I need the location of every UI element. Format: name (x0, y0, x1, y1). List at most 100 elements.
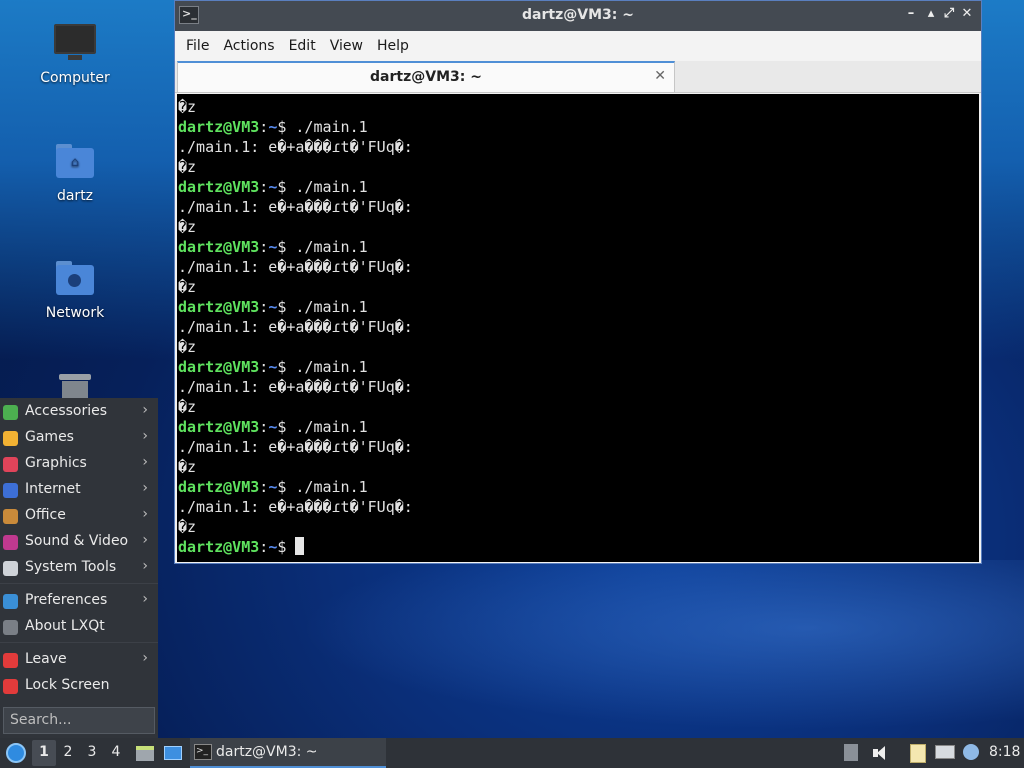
window-titlebar[interactable]: >_ dartz@VM3: ~ – ▴ ⤢ ✕ (175, 1, 981, 31)
terminal-command-line: dartz@VM3:~$ ./main.1 (178, 297, 979, 317)
terminal-output-line: ./main.1: e�+a���ɾt�'FUq�: (178, 498, 413, 516)
menu-edit[interactable]: Edit (282, 38, 323, 54)
terminal-output[interactable]: �z dartz@VM3:~$ ./main.1 ./main.1: e�+a���… (177, 94, 979, 562)
prompt-sep: : (259, 358, 269, 376)
menu-item-leave[interactable]: Leave › (0, 647, 158, 673)
prompt-path: ~ (268, 358, 278, 376)
menu-item-label: Internet (25, 481, 81, 497)
desktop-icon-label: dartz (56, 188, 94, 204)
lock-icon (3, 679, 18, 694)
menu-item-games[interactable]: Games › (0, 425, 158, 451)
prompt-user: dartz@VM3 (178, 358, 260, 376)
tab-close-icon[interactable]: ✕ (654, 68, 666, 84)
task-terminal[interactable]: >_ dartz@VM3: ~ (190, 738, 386, 768)
terminal-command-line: dartz@VM3:~$ ./main.1 (178, 417, 979, 437)
clock[interactable]: 8:18 (989, 744, 1020, 760)
volume-icon[interactable] (871, 743, 891, 763)
menu-item-internet[interactable]: Internet › (0, 477, 158, 503)
tray-expand-icon[interactable] (843, 742, 859, 762)
terminal-output-line: �z (178, 518, 197, 536)
window-title: dartz@VM3: ~ (522, 7, 634, 23)
home-folder-icon: ⌂ (54, 140, 96, 182)
menu-bar: File Actions Edit View Help (175, 31, 981, 61)
chevron-right-icon: › (142, 402, 148, 418)
menu-item-lock-screen[interactable]: Lock Screen (0, 673, 158, 699)
terminal-command-line: dartz@VM3:~$ ./main.1 (178, 117, 979, 137)
file-manager-icon[interactable] (135, 743, 155, 763)
chevron-right-icon: › (142, 558, 148, 574)
terminal-output-line: �z (178, 338, 197, 356)
prompt-char: $ (277, 538, 287, 556)
chevron-right-icon: › (142, 506, 148, 522)
desktop-4-button[interactable]: 4 (108, 744, 124, 760)
terminal-command-line: dartz@VM3:~$ ./main.1 (178, 357, 979, 377)
terminal-window[interactable]: >_ dartz@VM3: ~ – ▴ ⤢ ✕ File Actions Edi… (174, 0, 982, 564)
command-text: ./main.1 (295, 238, 368, 256)
terminal-tab[interactable]: dartz@VM3: ~ ✕ (177, 61, 675, 93)
show-desktop-icon[interactable] (163, 744, 183, 762)
prompt-path: ~ (268, 298, 278, 316)
maximize-button[interactable]: ⤢ (941, 6, 957, 24)
desktop-2-button[interactable]: 2 (60, 744, 76, 760)
menu-item-about[interactable]: About LXQt (0, 614, 158, 640)
network-folder-icon (54, 257, 96, 299)
chevron-right-icon: › (142, 650, 148, 666)
terminal-output-line: ./main.1: e�+a���ɾt�'FUq�: (178, 318, 413, 336)
prompt-sep: : (259, 298, 269, 316)
desktop-icon-computer[interactable]: Computer (20, 22, 130, 86)
menu-item-office[interactable]: Office › (0, 503, 158, 529)
network-icon[interactable] (934, 744, 956, 762)
menu-item-label: Graphics (25, 455, 87, 471)
menu-item-label: Accessories (25, 403, 108, 419)
terminal-output-line: ./main.1: e�+a���ɾt�'FUq�: (178, 378, 413, 396)
accessories-icon (3, 405, 18, 420)
notification-icon[interactable] (961, 742, 981, 764)
command-text: ./main.1 (295, 478, 368, 496)
main-menu-button[interactable] (4, 741, 28, 765)
prompt-char: $ (277, 298, 287, 316)
menu-view[interactable]: View (323, 38, 370, 54)
desktop-icon-home[interactable]: ⌂ dartz (20, 140, 130, 204)
menu-item-label: Lock Screen (25, 677, 110, 693)
prompt-char: $ (277, 358, 287, 376)
command-text: ./main.1 (295, 298, 368, 316)
chevron-right-icon: › (142, 454, 148, 470)
prompt-sep: : (259, 178, 269, 196)
terminal-output-line: �z (178, 98, 197, 116)
prompt-user: dartz@VM3 (178, 418, 260, 436)
prompt-user: dartz@VM3 (178, 538, 260, 556)
command-text: ./main.1 (295, 358, 368, 376)
menu-item-system-tools[interactable]: System Tools › (0, 555, 158, 581)
desktop-wallpaper-glow (300, 560, 1024, 730)
terminal-command-line: dartz@VM3:~$ ./main.1 (178, 177, 979, 197)
prompt-path: ~ (268, 538, 278, 556)
menu-item-preferences[interactable]: Preferences › (0, 588, 158, 614)
command-text: ./main.1 (295, 178, 368, 196)
menu-file[interactable]: File (179, 38, 216, 54)
close-button[interactable]: ✕ (959, 6, 975, 24)
terminal-output-line: ./main.1: e�+a���ɾt�'FUq�: (178, 198, 413, 216)
menu-help[interactable]: Help (370, 38, 416, 54)
menu-item-graphics[interactable]: Graphics › (0, 451, 158, 477)
desktop-1-button[interactable]: 1 (36, 744, 52, 760)
menu-divider (0, 642, 158, 643)
clipboard-icon[interactable] (908, 742, 928, 764)
menu-item-label: System Tools (25, 559, 117, 575)
terminal-output-line: �z (178, 158, 197, 176)
desktop-3-button[interactable]: 3 (84, 744, 100, 760)
graphics-icon (3, 457, 18, 472)
menu-item-sound-video[interactable]: Sound & Video › (0, 529, 158, 555)
desktop-icon-label: Computer (40, 70, 110, 86)
system-tools-icon (3, 561, 18, 576)
menu-item-accessories[interactable]: Accessories › (0, 399, 158, 425)
menu-item-label: Office (25, 507, 66, 523)
minimize-button[interactable]: – (903, 6, 919, 24)
desktop-icon-network[interactable]: Network (20, 257, 130, 321)
menu-actions[interactable]: Actions (216, 38, 281, 54)
prompt-sep: : (259, 478, 269, 496)
restore-button[interactable]: ▴ (923, 6, 939, 24)
chevron-right-icon: › (142, 591, 148, 607)
menu-search-input[interactable]: Search... (3, 707, 155, 734)
terminal-output-line: �z (178, 218, 197, 236)
computer-icon (54, 22, 96, 64)
